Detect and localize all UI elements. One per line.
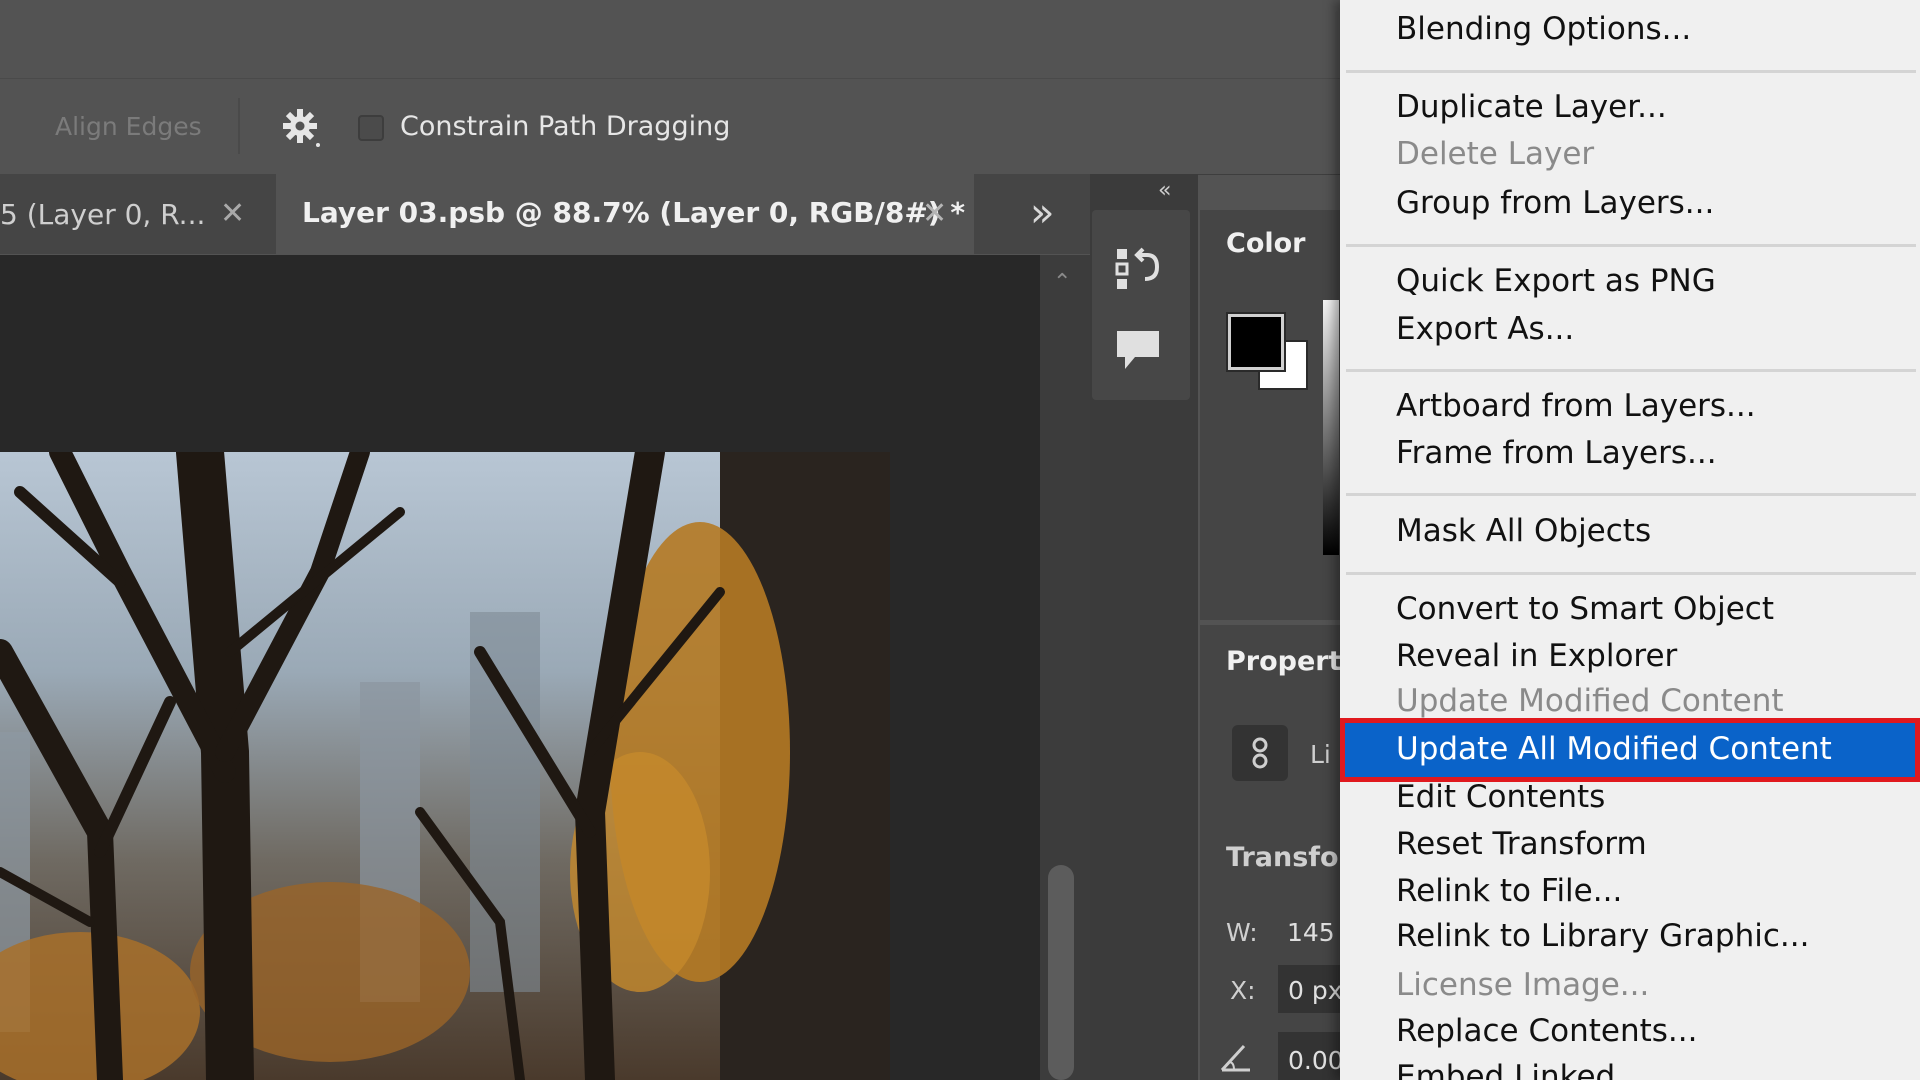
menu-item-label: Update All Modified Content [1396,731,1832,767]
menu-item-artboard-from-layers[interactable]: Artboard from Layers... [1396,391,1756,422]
collapse-panels-icon[interactable]: « [1158,178,1171,203]
canvas-image [0,452,890,1080]
transform-section-label: Transfor [1226,842,1352,873]
scroll-up-icon[interactable]: ⌃ [1053,270,1071,295]
x-value: 0 px [1288,976,1343,1005]
constrain-path-label: Constrain Path Dragging [400,111,731,142]
foreground-color-swatch[interactable] [1226,312,1286,372]
width-value[interactable]: 145 [1287,918,1335,947]
align-edges-option: Align Edges [55,112,202,141]
menu-item-frame-from-layers[interactable]: Frame from Layers... [1396,438,1717,469]
menu-separator [1346,572,1916,575]
properties-panel-tab[interactable]: Properti [1226,646,1351,677]
menu-item-relink-to-file[interactable]: Relink to File... [1396,876,1622,907]
tab-document-2-label: Layer 03.psb @ 88.7% (Layer 0, RGB/8#) * [302,196,965,229]
menu-strip [0,0,1340,78]
menu-separator [1346,493,1916,496]
menu-item-group-from-layers[interactable]: Group from Layers... [1396,188,1714,219]
tree-photo [0,452,890,1080]
scrollbar-thumb[interactable] [1048,865,1074,1080]
menu-item-export-as[interactable]: Export As... [1396,314,1574,345]
menu-item-blending-options[interactable]: Blending Options... [1396,14,1691,45]
menu-item-mask-all-objects[interactable]: Mask All Objects [1396,516,1651,547]
menu-item-update-modified-content[interactable]: Update Modified Content [1396,686,1784,717]
menu-item-reset-transform[interactable]: Reset Transform [1396,829,1647,860]
link-icon [1252,737,1268,769]
close-icon[interactable]: ✕ [922,196,947,231]
layer-context-menu: Blending Options... Duplicate Layer... D… [1340,0,1920,1080]
menu-item-license-image[interactable]: License Image... [1396,970,1649,1001]
menu-item-replace-contents[interactable]: Replace Contents... [1396,1016,1697,1047]
angle-icon [1220,1044,1250,1072]
close-icon[interactable]: ✕ [220,196,245,231]
menu-item-delete-layer[interactable]: Delete Layer [1396,139,1594,170]
width-label: W: [1226,918,1258,947]
menu-item-update-all-modified-content[interactable]: Update All Modified Content [1340,718,1920,782]
options-divider [238,98,240,154]
color-panel [1200,210,1340,620]
menu-item-edit-contents[interactable]: Edit Contents [1396,782,1605,813]
menu-item-reveal-in-explorer[interactable]: Reveal in Explorer [1396,641,1677,672]
link-label: Li [1310,740,1331,769]
menu-item-quick-export-png[interactable]: Quick Export as PNG [1396,266,1716,297]
menu-item-convert-to-smart-object[interactable]: Convert to Smart Object [1396,594,1774,625]
tab-document-1-label: 5 (Layer 0, R... [0,198,206,231]
history-icon[interactable] [1113,245,1163,295]
angle-value: 0.00 [1288,1046,1344,1075]
menu-separator [1346,369,1916,372]
gear-icon[interactable] [280,106,324,150]
tabs-overflow-icon[interactable]: » [1030,190,1054,236]
menu-separator [1346,244,1916,247]
menu-item-embed-linked[interactable]: Embed Linked [1396,1062,1615,1080]
menu-separator [1346,70,1916,73]
color-ramp[interactable] [1323,300,1339,555]
x-label: X: [1230,976,1256,1005]
link-button[interactable] [1232,725,1288,781]
menu-item-relink-to-library-graphic[interactable]: Relink to Library Graphic... [1396,921,1809,952]
constrain-path-checkbox[interactable] [358,115,384,141]
comment-icon[interactable] [1113,325,1163,375]
menu-item-duplicate-layer[interactable]: Duplicate Layer... [1396,92,1667,123]
color-panel-tab[interactable]: Color [1226,228,1305,259]
